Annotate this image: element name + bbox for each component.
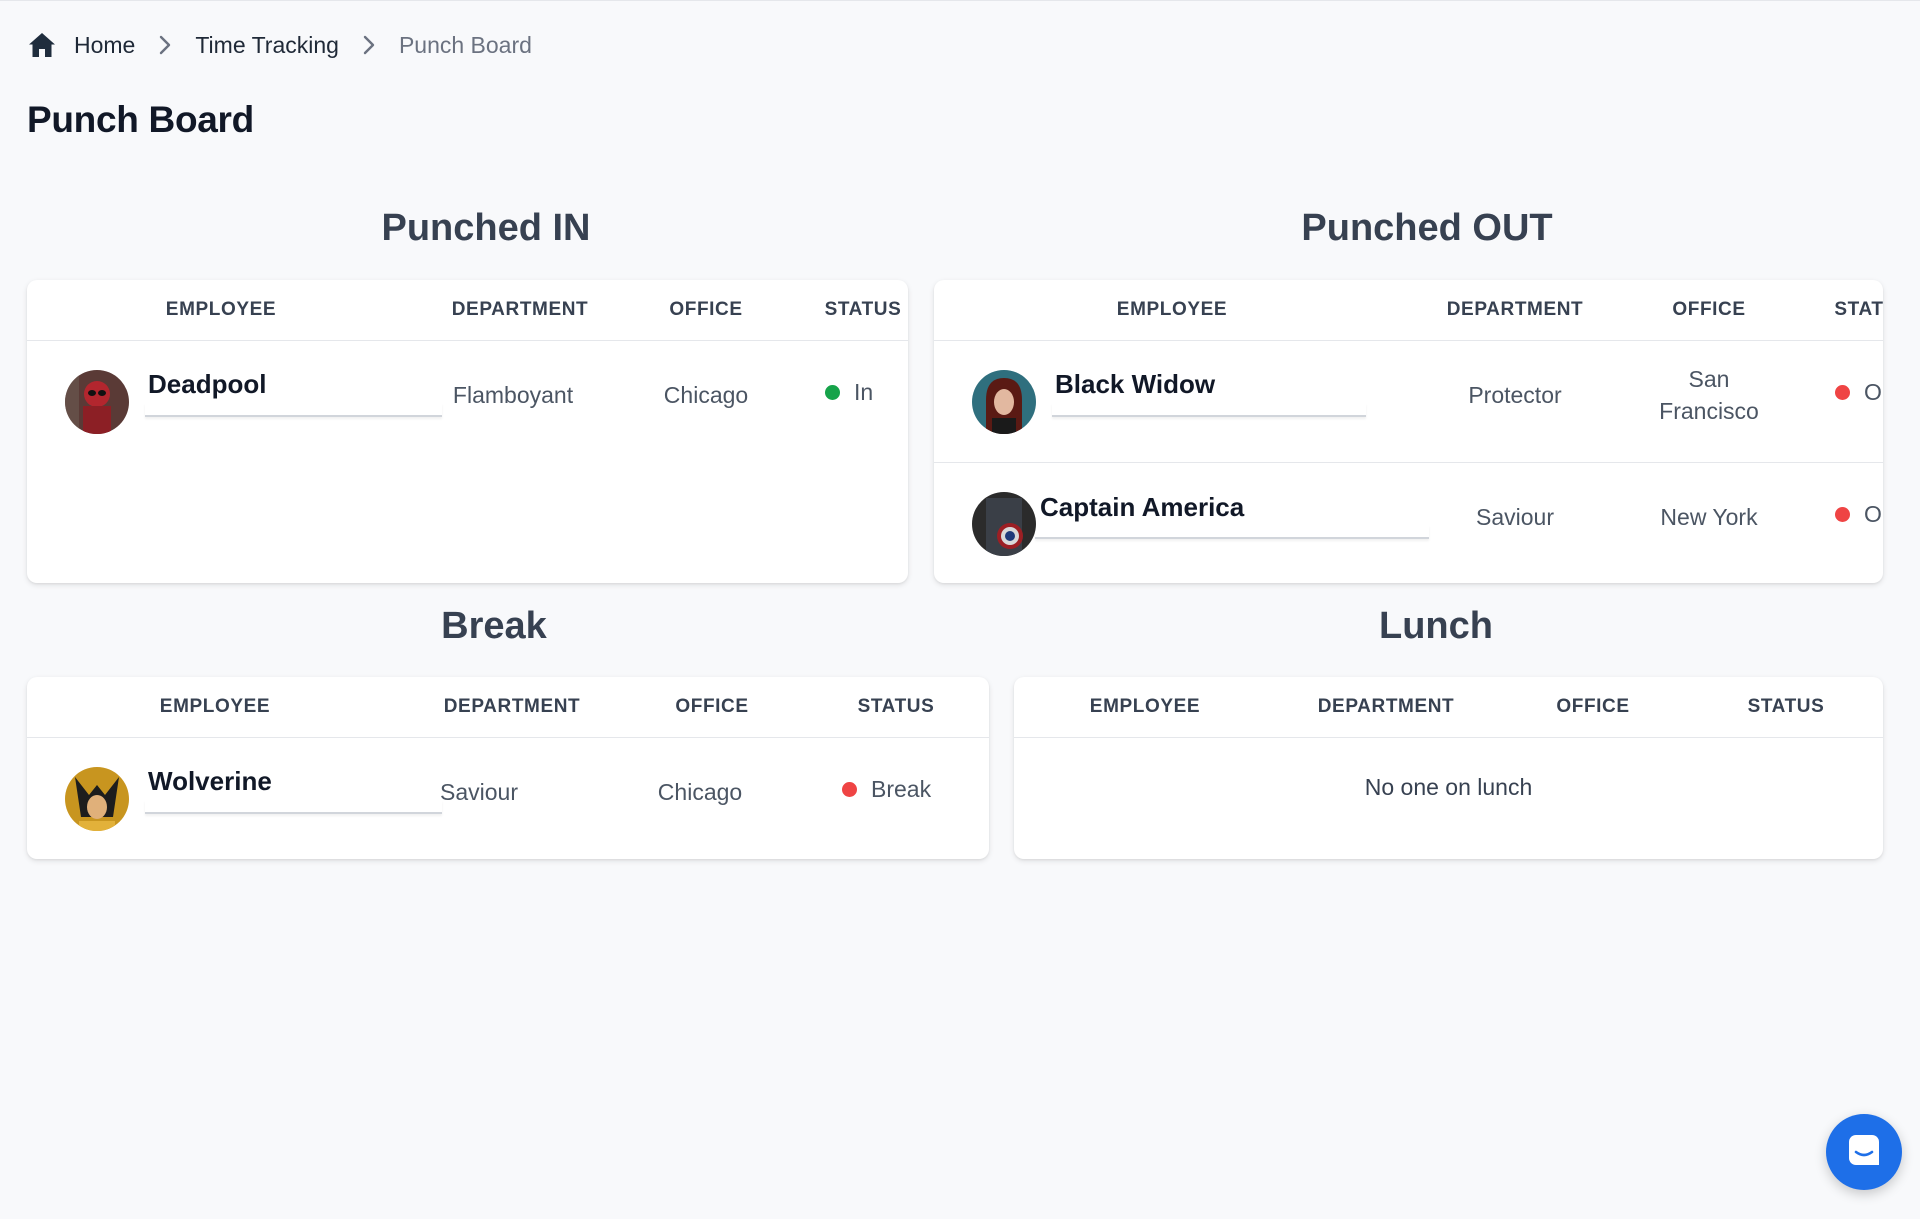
column-header-department[interactable]: DEPARTMENT <box>444 677 581 737</box>
status-dot <box>1835 507 1850 522</box>
column-header-employee[interactable]: EMPLOYEE <box>166 280 276 340</box>
section-title-punched-out: Punched OUT <box>1301 207 1553 249</box>
column-header-employee[interactable]: EMPLOYEE <box>1090 677 1200 737</box>
employee-name: Captain America <box>1040 492 1245 522</box>
employee-name: Deadpool <box>148 369 267 399</box>
section-title-lunch: Lunch <box>1379 605 1493 647</box>
column-header-office[interactable]: OFFICE <box>675 677 748 737</box>
avatar-captain-america <box>972 492 1036 556</box>
column-header-status[interactable]: STATUS <box>858 677 935 737</box>
department-cell: Protector <box>1468 382 1562 408</box>
punched-in-table: EMPLOYEE DEPARTMENT OFFICE STATUS Deadpo… <box>27 280 908 583</box>
employee-email-redacted <box>145 800 442 814</box>
column-header-department[interactable]: DEPARTMENT <box>1318 677 1455 737</box>
table-row[interactable]: Deadpool Flamboyant Chicago In <box>27 341 908 463</box>
column-header-department[interactable]: DEPARTMENT <box>452 280 589 340</box>
break-table: EMPLOYEE DEPARTMENT OFFICE STATUS Wolver… <box>27 677 989 859</box>
department-cell: Saviour <box>440 779 518 805</box>
office-line: Francisco <box>1659 398 1759 424</box>
status-dot <box>842 782 857 797</box>
employee-email-redacted <box>145 403 442 417</box>
status-label: O <box>1864 379 1882 405</box>
status-badge: O <box>1835 501 1882 528</box>
page-title: Punch Board <box>27 99 254 140</box>
table-header: EMPLOYEE DEPARTMENT OFFICE STATUS <box>1014 677 1883 738</box>
column-header-employee[interactable]: EMPLOYEE <box>160 677 270 737</box>
punched-out-table: EMPLOYEE DEPARTMENT OFFICE STAT Black Wi… <box>934 280 1883 583</box>
section-title-punched-in: Punched IN <box>381 207 591 249</box>
status-dot <box>1835 385 1850 400</box>
employee-name: Black Widow <box>1055 369 1216 399</box>
breadcrumb-time-tracking-link[interactable]: Time Tracking <box>195 32 339 59</box>
chat-launcher-button[interactable] <box>1826 1114 1902 1190</box>
employee-name: Wolverine <box>148 766 272 796</box>
table-row[interactable]: Captain America Saviour New York O <box>934 463 1883 583</box>
status-dot <box>825 385 840 400</box>
office-line: San <box>1688 366 1730 392</box>
office-cell: New York <box>1660 504 1758 530</box>
section-title-break: Break <box>441 605 547 647</box>
status-label: In <box>854 379 874 405</box>
status-label: O <box>1864 501 1882 527</box>
status-label: Break <box>871 776 932 802</box>
office-cell: Chicago <box>657 779 743 805</box>
chat-icon <box>1846 1132 1882 1173</box>
breadcrumb-home-link[interactable]: Home <box>74 32 135 59</box>
column-header-office[interactable]: OFFICE <box>1556 677 1629 737</box>
column-header-office[interactable]: OFFICE <box>669 280 742 340</box>
table-header: EMPLOYEE DEPARTMENT OFFICE STATUS <box>27 677 989 738</box>
table-header: EMPLOYEE DEPARTMENT OFFICE STAT <box>934 280 1883 341</box>
department-cell: Flamboyant <box>452 382 574 408</box>
empty-state-message: No one on lunch <box>1364 774 1533 800</box>
breadcrumb-current: Punch Board <box>398 31 532 58</box>
home-icon[interactable] <box>28 32 56 58</box>
employee-email-redacted <box>1052 403 1366 417</box>
column-header-employee[interactable]: EMPLOYEE <box>1117 280 1227 340</box>
status-badge: Break <box>842 776 931 803</box>
chevron-right-icon <box>363 35 375 55</box>
column-header-status[interactable]: STATUS <box>1748 677 1825 737</box>
avatar-black-widow <box>972 370 1036 434</box>
table-row[interactable]: Black Widow Protector San Francisco O <box>934 341 1883 463</box>
avatar-wolverine <box>65 767 129 831</box>
lunch-table: EMPLOYEE DEPARTMENT OFFICE STATUS No one… <box>1014 677 1883 859</box>
column-header-status[interactable]: STATUS <box>825 280 902 340</box>
column-header-office[interactable]: OFFICE <box>1672 280 1745 340</box>
column-header-status[interactable]: STAT <box>1834 280 1883 340</box>
department-cell: Saviour <box>1476 504 1554 530</box>
column-header-department[interactable]: DEPARTMENT <box>1447 280 1584 340</box>
table-header: EMPLOYEE DEPARTMENT OFFICE STATUS <box>27 280 908 341</box>
employee-email-redacted <box>1035 525 1429 539</box>
avatar-deadpool <box>65 370 129 434</box>
office-cell: San Francisco <box>1659 363 1759 427</box>
chevron-right-icon <box>159 35 171 55</box>
office-cell: Chicago <box>663 382 749 408</box>
status-badge: In <box>825 379 873 406</box>
status-badge: O <box>1835 379 1882 406</box>
table-row[interactable]: Wolverine Saviour Chicago Break <box>27 738 989 859</box>
breadcrumb: Home Time Tracking Punch Board <box>28 29 532 61</box>
